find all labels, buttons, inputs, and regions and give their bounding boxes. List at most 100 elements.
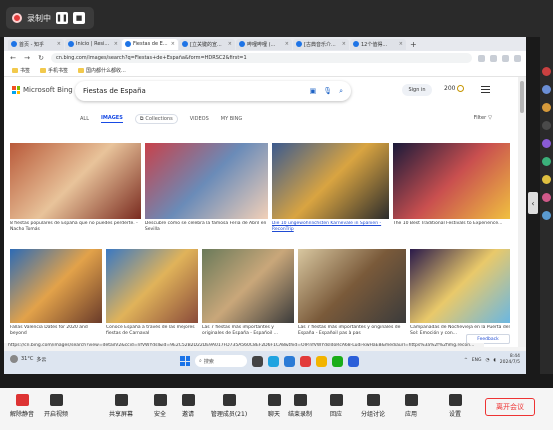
- browser-tab[interactable]: [古典音乐介... ×: [293, 38, 349, 50]
- favorites-icon[interactable]: [490, 54, 497, 62]
- image-result[interactable]: Las 7 fiestas más importantes y original…: [202, 249, 294, 345]
- browser-tab[interactable]: [立关键的宣... ×: [179, 38, 235, 50]
- search-icon[interactable]: ⌕: [339, 87, 343, 96]
- image-result[interactable]: The 10 Best Traditional Festivals to Exp…: [392, 143, 510, 241]
- image-thumbnail[interactable]: [106, 249, 198, 323]
- taskbar-search[interactable]: ⌕ 搜索: [195, 355, 247, 367]
- avatar[interactable]: [542, 85, 551, 94]
- image-result[interactable]: Conoce España a través de las mejores fi…: [106, 249, 198, 345]
- image-result[interactable]: Fallas Valencia Dates for 2020 and beyon…: [10, 249, 102, 345]
- weather-widget[interactable]: 31°C 多云: [10, 355, 46, 363]
- image-result[interactable]: Campanadas de Nochevieja en la Puerta de…: [410, 249, 510, 345]
- meeting-app-icon[interactable]: [348, 355, 359, 367]
- avatar[interactable]: [542, 121, 551, 130]
- new-tab-icon[interactable]: +: [410, 40, 417, 49]
- meeting-control-10[interactable]: 应用: [393, 394, 429, 418]
- meeting-control-9[interactable]: 分组讨论: [355, 394, 391, 418]
- bookmark-item[interactable]: 书签: [12, 67, 30, 74]
- extension-icon[interactable]: [478, 54, 485, 62]
- volume-icon[interactable]: ◖: [493, 358, 495, 363]
- image-thumbnail[interactable]: [392, 143, 510, 219]
- chevron-up-icon[interactable]: ^: [464, 358, 468, 363]
- profile-icon[interactable]: [502, 54, 509, 62]
- close-icon[interactable]: ×: [57, 41, 61, 47]
- image-thumbnail[interactable]: [10, 143, 141, 219]
- folder-icon[interactable]: [316, 355, 327, 367]
- image-caption[interactable]: Die 10 ungewöhnlichsten Karnevale in Spa…: [272, 221, 389, 233]
- recording-indicator[interactable]: 录制中 ❚❚ ■: [6, 7, 94, 29]
- collapse-arrow-icon[interactable]: ‹: [528, 192, 538, 214]
- scope-images[interactable]: IMAGES: [101, 115, 123, 123]
- close-icon[interactable]: ×: [114, 41, 118, 47]
- refresh-icon[interactable]: ↻: [37, 54, 45, 62]
- avatar[interactable]: [542, 139, 551, 148]
- meeting-control-4[interactable]: 邀请: [170, 394, 206, 418]
- collections-button[interactable]: ⧉ Collections: [134, 114, 178, 124]
- page-scrollbar[interactable]: [518, 77, 526, 347]
- meeting-control-1[interactable]: 开启视频: [38, 394, 74, 418]
- clock[interactable]: 8:44 2024/7/5: [500, 354, 520, 366]
- leave-meeting-button[interactable]: 离开会议: [485, 398, 535, 416]
- avatar[interactable]: [542, 67, 551, 76]
- meeting-control-7[interactable]: 结束录制: [282, 394, 318, 418]
- scope-videos[interactable]: VIDEOS: [190, 116, 209, 122]
- image-result[interactable]: Die 10 ungewöhnlichsten Karnevale in Spa…: [271, 143, 389, 241]
- task-view-icon[interactable]: [252, 355, 263, 367]
- sign-in-button[interactable]: Sign in: [402, 84, 432, 96]
- avatar[interactable]: [542, 211, 551, 220]
- back-icon[interactable]: ←: [9, 54, 17, 62]
- browser-tab[interactable]: Inicio | Resi... ×: [65, 38, 121, 50]
- close-icon[interactable]: ×: [228, 41, 232, 47]
- pause-icon[interactable]: ❚❚: [56, 12, 68, 24]
- address-bar[interactable]: cn.bing.com/images/search?q=Fiestas+de+E…: [51, 53, 472, 63]
- image-thumbnail[interactable]: [298, 249, 406, 323]
- browser-tab[interactable]: 12个值得... ×: [350, 38, 406, 50]
- close-icon[interactable]: ×: [285, 41, 289, 47]
- more-icon[interactable]: [514, 54, 521, 62]
- meeting-control-2[interactable]: 共享屏幕: [103, 394, 139, 418]
- close-icon[interactable]: ×: [342, 41, 346, 47]
- visual-search-icon[interactable]: ▣: [310, 87, 317, 96]
- avatar[interactable]: [542, 157, 551, 166]
- close-icon[interactable]: ×: [399, 41, 403, 47]
- wifi-icon[interactable]: ◔: [485, 358, 489, 363]
- image-caption[interactable]: Las 7 fiestas más importantes y original…: [298, 325, 406, 337]
- image-result[interactable]: 8 fiestas populares de España que no pue…: [10, 143, 141, 241]
- browser-tab[interactable]: 哔哩哔哩 (... ×: [236, 38, 292, 50]
- forward-icon[interactable]: →: [23, 54, 31, 62]
- browser-tab-active[interactable]: Fiestas de E... ×: [122, 38, 178, 50]
- bookmark-item[interactable]: 国内都什么都收...: [78, 67, 126, 74]
- meeting-control-8[interactable]: 回应: [318, 394, 354, 418]
- image-thumbnail[interactable]: [144, 143, 268, 219]
- avatar[interactable]: [542, 103, 551, 112]
- filter-button[interactable]: Filter ▽: [474, 115, 492, 121]
- scope-my-bing[interactable]: MY BING: [221, 116, 242, 122]
- image-thumbnail[interactable]: [10, 249, 102, 323]
- wechat-icon[interactable]: [332, 355, 343, 367]
- image-result[interactable]: Las 7 fiestas más importantes y original…: [298, 249, 406, 345]
- browser-tab[interactable]: 首页 - 知乎 ×: [8, 38, 64, 50]
- microphone-icon[interactable]: 🎙: [323, 87, 332, 96]
- edge-icon[interactable]: [268, 355, 279, 367]
- scrollbar-thumb[interactable]: [520, 81, 524, 113]
- meeting-control-0[interactable]: 解除静音: [4, 394, 40, 418]
- windows-start-icon[interactable]: [180, 356, 190, 366]
- image-thumbnail[interactable]: [271, 143, 389, 219]
- avatar[interactable]: [542, 175, 551, 184]
- image-caption[interactable]: The 10 Best Traditional Festivals to Exp…: [393, 221, 510, 227]
- rewards-points[interactable]: 200: [444, 85, 465, 92]
- bookmark-item[interactable]: 手机书签: [40, 67, 68, 74]
- image-thumbnail[interactable]: [410, 249, 510, 323]
- image-caption[interactable]: Fallas Valencia Dates for 2020 and beyon…: [10, 325, 102, 337]
- meeting-control-11[interactable]: 设置: [437, 394, 473, 418]
- search-input[interactable]: Fiestas de España ▣ 🎙 ⌕: [75, 81, 351, 101]
- image-result[interactable]: Descubre cómo se celebra la famosa Feria…: [144, 143, 268, 241]
- image-caption[interactable]: Conoce España a través de las mejores fi…: [106, 325, 198, 337]
- avatar[interactable]: [542, 193, 551, 202]
- app-icon[interactable]: [300, 355, 311, 367]
- hamburger-menu-icon[interactable]: [481, 86, 490, 93]
- scope-all[interactable]: ALL: [80, 116, 89, 122]
- language-indicator[interactable]: ENG: [472, 358, 482, 363]
- image-caption[interactable]: 8 fiestas populares de España que no pue…: [10, 221, 141, 233]
- close-icon[interactable]: ×: [171, 41, 175, 47]
